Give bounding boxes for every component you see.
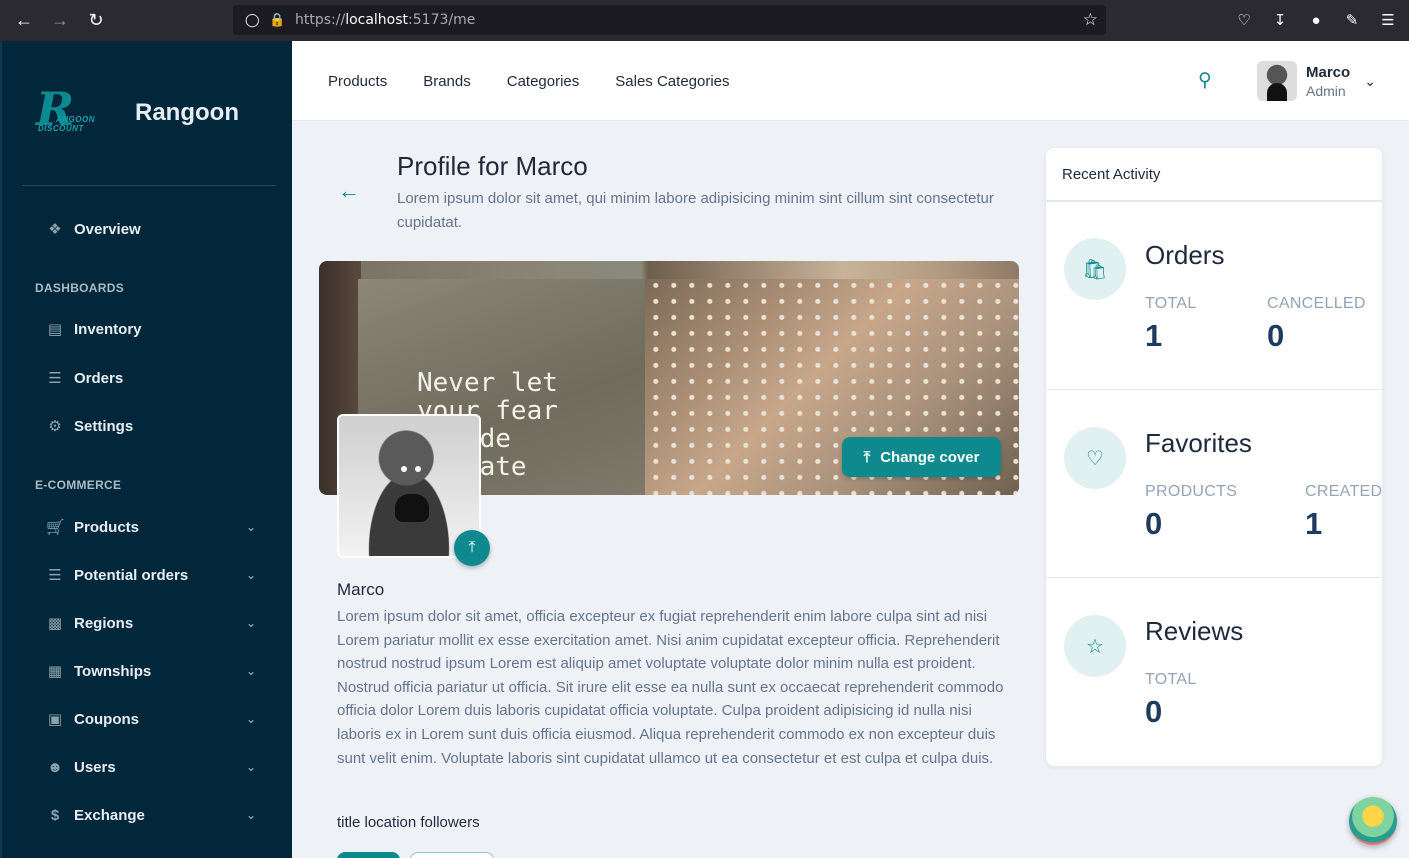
orders-icon: ☰ <box>48 370 62 387</box>
primary-button[interactable] <box>337 852 400 858</box>
stat-value: 1 <box>1145 318 1163 353</box>
pocket-icon[interactable]: ♡ <box>1233 9 1255 31</box>
users-icon: ☻ <box>47 758 63 776</box>
chevron-down-icon: ⌄ <box>245 760 256 774</box>
secondary-button[interactable] <box>410 852 494 858</box>
brand-logo: R ANGOON DISCOUNT <box>36 82 95 136</box>
recent-activity-card: Recent Activity 🛍 Orders TOTAL 1 CANCELL… <box>1046 148 1382 766</box>
sidebar-item-regions[interactable]: ▩ Regions ⌄ <box>46 611 256 635</box>
sidebar-item-users[interactable]: ☻ Users ⌄ <box>46 755 256 779</box>
nav-categories[interactable]: Categories <box>507 73 580 90</box>
star-icon: ☆ <box>1064 615 1126 677</box>
sidebar-item-coupons[interactable]: ▣ Coupons ⌄ <box>46 707 256 731</box>
profile-bio: Lorem ipsum dolor sit amet, officia exce… <box>337 608 1004 767</box>
chevron-down-icon: ⌄ <box>245 664 256 678</box>
sidebar: R ANGOON DISCOUNT Rangoon ❖ Overview DAS… <box>0 41 292 858</box>
chevron-down-icon: ⌄ <box>245 616 256 630</box>
upload-icon: ⤒ <box>863 448 871 466</box>
nav-sales-categories[interactable]: Sales Categories <box>615 73 729 90</box>
profile-name: Marco <box>337 580 385 599</box>
stat-title: Favorites <box>1145 428 1252 458</box>
lock-icon: 🔒 <box>269 12 286 27</box>
sidebar-item-inventory[interactable]: ▤ Inventory <box>46 317 256 341</box>
cart-icon: 🛒 <box>46 519 65 536</box>
url-bar[interactable]: ◯ 🔒 https://localhost:5173/me ☆ <box>233 5 1106 35</box>
stat-value: 0 <box>1145 506 1163 541</box>
shield-icon[interactable]: ◯ <box>245 12 260 28</box>
coupon-icon: ▣ <box>47 711 63 728</box>
stat-label: TOTAL <box>1145 295 1197 312</box>
page-title: Profile for Marco <box>397 151 588 181</box>
url-text[interactable]: https://localhost:5173/me <box>295 12 475 28</box>
back-arrow-icon[interactable]: ← <box>338 178 360 204</box>
page-subtitle: Lorem ipsum dolor sit amet, qui minim la… <box>397 190 994 231</box>
stat-title: Orders <box>1145 240 1225 270</box>
sidebar-item-overview[interactable]: ❖ Overview <box>46 217 256 241</box>
top-nav: Products Brands Categories Sales Categor… <box>328 73 730 90</box>
stat-value: 0 <box>1267 318 1285 353</box>
section-dashboards: DASHBOARDS <box>35 281 125 295</box>
overview-icon: ❖ <box>48 221 62 238</box>
reload-icon[interactable]: ↻ <box>84 9 108 33</box>
top-navbar: Products Brands Categories Sales Categor… <box>292 41 1409 121</box>
building-icon: ▦ <box>47 663 63 680</box>
user-menu[interactable]: Marco Admin ⌄ <box>1257 61 1376 101</box>
search-icon[interactable]: ⚲ <box>1198 69 1212 92</box>
gear-icon: ⚙ <box>48 418 62 435</box>
stat-label: CREATED <box>1305 483 1382 500</box>
brand[interactable]: R ANGOON DISCOUNT <box>32 82 106 136</box>
chevron-down-icon: ⌄ <box>245 808 256 822</box>
stat-reviews: ☆ Reviews TOTAL 0 <box>1046 577 1382 766</box>
stat-title: Reviews <box>1145 616 1244 646</box>
user-name: Marco <box>1306 63 1351 81</box>
chevron-down-icon[interactable]: ⌄ <box>1364 73 1376 90</box>
stat-favorites: ♡ Favorites PRODUCTS 0 CREATED 1 <box>1046 389 1382 577</box>
change-cover-button[interactable]: ⤒ Change cover <box>842 437 1001 477</box>
chevron-down-icon: ⌄ <box>245 712 256 726</box>
card-title: Recent Activity <box>1046 148 1382 201</box>
menu-icon[interactable]: ☰ <box>1377 9 1399 31</box>
account-icon[interactable]: ● <box>1305 9 1327 31</box>
browser-toolbar: ← → ↻ ◯ 🔒 https://localhost:5173/me ☆ ♡ … <box>0 0 1409 41</box>
sidebar-divider <box>22 185 276 186</box>
stat-orders: 🛍 Orders TOTAL 1 CANCELLED 0 <box>1046 201 1382 389</box>
avatar <box>1257 61 1297 101</box>
forward-icon[interactable]: → <box>48 9 72 33</box>
download-icon[interactable]: ↧ <box>1269 9 1291 31</box>
sidebar-item-settings[interactable]: ⚙ Settings <box>46 414 256 438</box>
sidebar-item-orders[interactable]: ☰ Orders <box>46 366 256 390</box>
list-icon: ☰ <box>48 567 62 584</box>
stat-label: TOTAL <box>1145 671 1197 688</box>
profile-meta: title location followers <box>337 814 480 831</box>
sidebar-item-townships[interactable]: ▦ Townships ⌄ <box>46 659 256 683</box>
sidebar-item-potential-orders[interactable]: ☰ Potential orders ⌄ <box>46 563 256 587</box>
stat-value: 1 <box>1305 506 1323 541</box>
floating-action-button[interactable] <box>1349 797 1397 845</box>
inventory-icon: ▤ <box>47 321 63 338</box>
stat-label: PRODUCTS <box>1145 483 1238 500</box>
sidebar-item-products[interactable]: 🛒 Products ⌄ <box>46 515 256 539</box>
chevron-down-icon: ⌄ <box>245 520 256 534</box>
chevron-down-icon: ⌄ <box>245 568 256 582</box>
shopping-bag-icon: 🛍 <box>1064 238 1126 300</box>
extensions-icon[interactable]: ✎ <box>1341 9 1363 31</box>
brand-name: Rangoon <box>135 99 239 126</box>
heart-icon: ♡ <box>1064 427 1126 489</box>
nav-products[interactable]: Products <box>328 73 387 90</box>
section-ecommerce: E-COMMERCE <box>35 478 122 492</box>
sidebar-item-exchange[interactable]: $ Exchange ⌄ <box>46 803 256 827</box>
nav-brands[interactable]: Brands <box>423 73 471 90</box>
back-icon[interactable]: ← <box>12 9 36 33</box>
user-role: Admin <box>1306 82 1346 99</box>
dollar-icon: $ <box>50 806 60 824</box>
star-icon[interactable]: ☆ <box>1083 10 1098 30</box>
stat-label: CANCELLED <box>1267 295 1366 312</box>
stat-value: 0 <box>1145 694 1163 729</box>
upload-avatar-button[interactable]: ⤒ <box>454 530 490 566</box>
bus-icon: ▩ <box>47 615 63 632</box>
upload-icon: ⤒ <box>468 539 476 556</box>
